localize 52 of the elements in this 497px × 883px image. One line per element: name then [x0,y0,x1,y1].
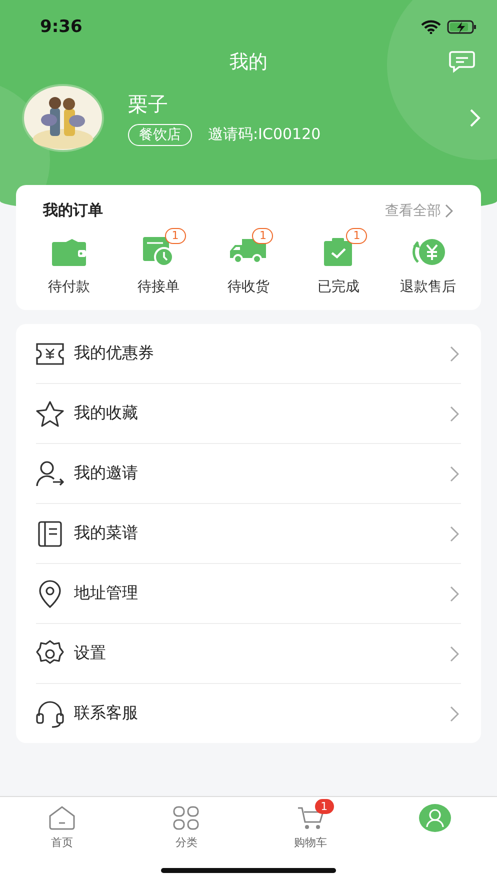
message-icon[interactable] [449,51,475,73]
menu-item[interactable]: 我的收藏 [36,384,461,444]
menu-item[interactable]: 我的菜谱 [36,504,461,564]
yuan-refund-icon [410,238,446,266]
person-icon [418,804,451,832]
tab-item[interactable]: 首页 [22,797,102,857]
grid-icon [173,806,200,830]
home-icon [49,806,76,830]
chevron-right-icon [450,646,459,662]
shop-type-tag: 餐饮店 [128,124,192,146]
count-badge: 1 [314,799,334,814]
location-pin-icon [36,580,64,608]
star-icon [36,400,64,426]
chevron-right-icon [450,346,459,362]
status-time: 9:36 [40,17,82,37]
count-badge: 1 [164,228,186,244]
page-title: 我的 [230,50,268,75]
avatar-image[interactable] [22,84,104,152]
chevron-right-icon [450,706,459,722]
chevron-right-icon[interactable] [469,108,481,128]
person-arrow-icon [36,460,64,486]
chevron-right-icon [450,466,459,482]
clock-card-icon [142,237,175,267]
user-name: 栗子 [128,90,169,118]
menu-item[interactable]: 地址管理 [36,564,461,624]
chevron-right-icon [450,526,459,542]
order-status-item[interactable]: 1 已完成 [293,226,384,296]
battery-icon [447,20,477,34]
order-status-item[interactable]: 退款售后 [383,226,473,296]
order-status-item[interactable]: 1 待接单 [114,226,204,296]
coupon-icon [36,342,64,364]
wallet-icon [52,238,86,266]
invite-code: 邀请码:IC00120 [208,125,321,144]
orders-title: 我的订单 [43,201,103,220]
order-status-item[interactable]: 待付款 [24,226,114,296]
tab-item[interactable]: 分类 [146,797,226,857]
wifi-icon [421,20,441,34]
order-status-item[interactable]: 1 待收货 [204,226,294,296]
check-card-icon [324,238,352,266]
menu-item[interactable]: 我的优惠券 [36,324,461,384]
menu-item[interactable]: 联系客服 [36,684,461,743]
headset-icon [36,700,64,728]
menu-item[interactable]: 我的邀请 [36,444,461,504]
chevron-right-icon [450,406,459,422]
tab-item[interactable]: 1 购物车 [270,797,351,857]
count-badge: 1 [252,228,274,244]
chevron-right-icon [450,586,459,602]
truck-icon [230,239,266,265]
menu-item[interactable]: 设置 [36,624,461,684]
chevron-right-icon [445,204,453,218]
count-badge: 1 [346,228,368,244]
book-icon [36,520,64,546]
